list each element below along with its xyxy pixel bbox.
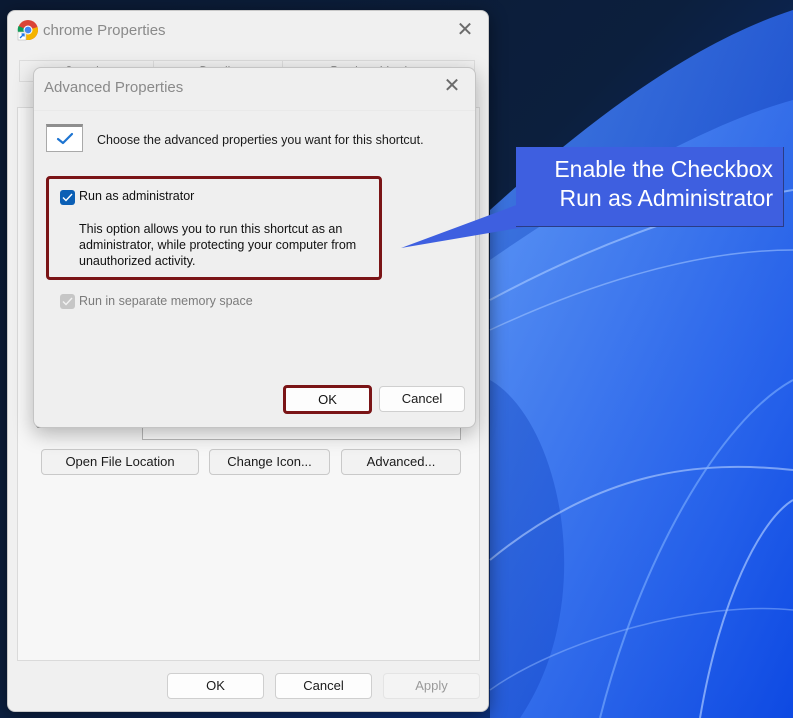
annotation-callout: Enable the Checkbox Run as Administrator xyxy=(516,147,784,227)
callout-line-2: Run as Administrator xyxy=(559,185,773,211)
callout-line-1: Enable the Checkbox xyxy=(554,156,773,182)
callout-pointer xyxy=(401,200,530,248)
